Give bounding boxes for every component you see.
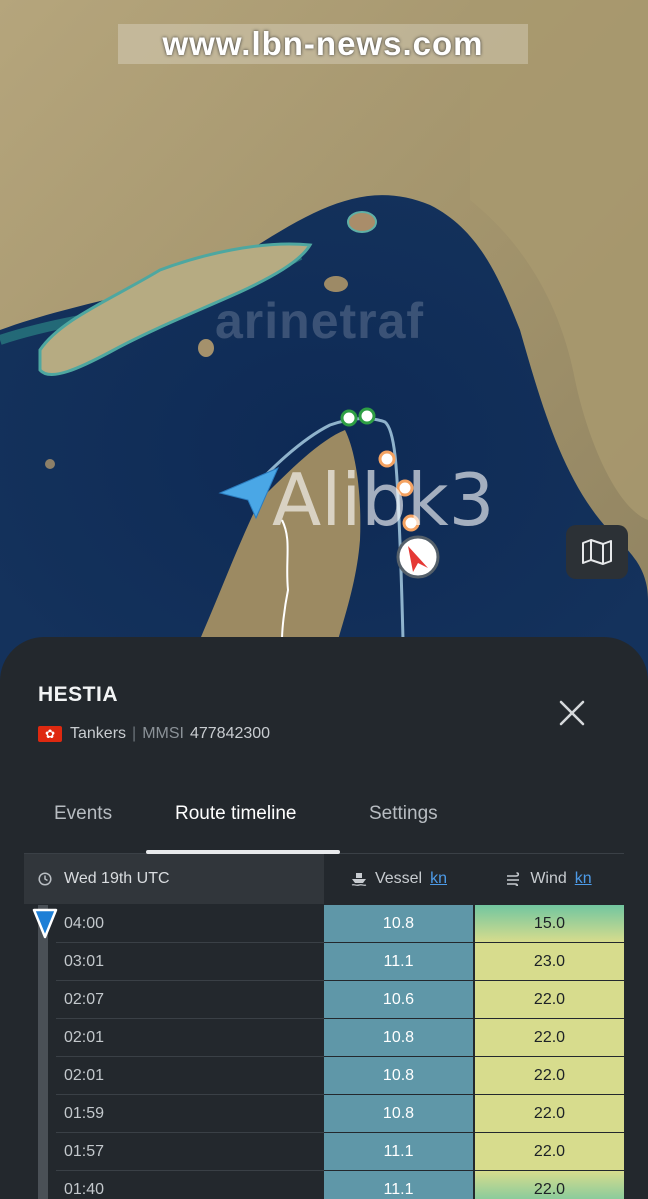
mmsi-value: 477842300 bbox=[189, 725, 271, 742]
vessel-type: Tankers bbox=[70, 725, 127, 742]
vessel-meta: ✿ Tankers | MMSI 477842300 bbox=[38, 725, 270, 743]
user-watermark: Alibk3 bbox=[272, 458, 495, 542]
vessel-marker-icon[interactable] bbox=[396, 535, 440, 579]
satellite-map bbox=[0, 0, 648, 700]
row-vessel-speed: 10.8 bbox=[324, 1095, 473, 1132]
timeline-rows: 04:00 10.8 15.0 03:01 11.1 23.0 02:07 10.6 22.0 0… bbox=[56, 905, 624, 1199]
ship-icon bbox=[351, 873, 367, 886]
close-button[interactable] bbox=[554, 695, 590, 731]
hong-kong-flag-icon: ✿ bbox=[38, 726, 62, 742]
vessel-header-label: Vessel bbox=[374, 870, 423, 887]
timeline-row[interactable]: 03:01 11.1 23.0 bbox=[56, 943, 624, 981]
row-wind-speed: 22.0 bbox=[475, 1057, 624, 1094]
vessel-unit-link[interactable]: kn bbox=[430, 870, 447, 888]
row-time: 02:01 bbox=[64, 1029, 105, 1046]
timeline-row[interactable]: 02:01 10.8 22.0 bbox=[56, 1057, 624, 1095]
timeline-row[interactable]: 01:57 11.1 22.0 bbox=[56, 1133, 624, 1171]
row-vessel-speed: 11.1 bbox=[324, 943, 473, 980]
timeline-row[interactable]: 01:59 10.8 22.0 bbox=[56, 1095, 624, 1133]
site-watermark: www.lbn-news.com bbox=[118, 24, 528, 64]
timeline-row[interactable]: 04:00 10.8 15.0 bbox=[56, 905, 624, 943]
row-time: 02:07 bbox=[64, 991, 105, 1008]
row-vessel-speed: 10.8 bbox=[324, 1057, 473, 1094]
row-wind-speed: 22.0 bbox=[475, 1171, 624, 1199]
timeline-scrubber-track[interactable] bbox=[38, 905, 48, 1199]
timeline-table-header: Wed 19th UTC Vessel kn Wind kn bbox=[24, 854, 624, 904]
row-time: 03:01 bbox=[64, 953, 105, 970]
row-vessel-speed: 10.8 bbox=[324, 1019, 473, 1056]
timeline-row[interactable]: 02:07 10.6 22.0 bbox=[56, 981, 624, 1019]
brand-watermark: arinetraf bbox=[215, 293, 425, 349]
vessel-name: HESTIA bbox=[38, 683, 119, 706]
clock-icon bbox=[38, 872, 52, 886]
row-time: 01:57 bbox=[64, 1143, 105, 1160]
row-vessel-speed: 11.1 bbox=[324, 1171, 473, 1199]
meta-separator: | bbox=[132, 725, 137, 742]
row-wind-speed: 22.0 bbox=[475, 981, 624, 1018]
row-time: 01:59 bbox=[64, 1105, 105, 1122]
date-header: Wed 19th UTC bbox=[24, 854, 324, 904]
wind-header-label: Wind bbox=[530, 870, 567, 887]
row-time: 04:00 bbox=[64, 915, 105, 932]
tab-settings[interactable]: Settings bbox=[369, 803, 438, 825]
tab-bar: Events Route timeline Settings bbox=[0, 795, 648, 855]
close-icon bbox=[559, 700, 585, 726]
wind-speed-header: Wind kn bbox=[474, 854, 624, 904]
mmsi-label: MMSI bbox=[142, 725, 184, 742]
wind-unit-link[interactable]: kn bbox=[575, 870, 592, 888]
date-header-label: Wed 19th UTC bbox=[64, 870, 170, 887]
row-wind-speed: 22.0 bbox=[475, 1095, 624, 1132]
timeline-row[interactable]: 01:40 11.1 22.0 bbox=[56, 1171, 624, 1199]
map-view[interactable]: www.lbn-news.com arinetraf Alibk3 bbox=[0, 0, 648, 700]
row-time: 01:40 bbox=[64, 1181, 105, 1198]
map-layers-button[interactable] bbox=[566, 525, 628, 579]
row-vessel-speed: 10.6 bbox=[324, 981, 473, 1018]
row-time: 02:01 bbox=[64, 1067, 105, 1084]
wind-icon bbox=[507, 872, 520, 886]
vessel-speed-header: Vessel kn bbox=[324, 854, 474, 904]
tab-route-timeline[interactable]: Route timeline bbox=[175, 803, 296, 825]
row-wind-speed: 22.0 bbox=[475, 1019, 624, 1056]
timeline-handle-icon[interactable] bbox=[32, 907, 58, 941]
timeline-row[interactable]: 02:01 10.8 22.0 bbox=[56, 1019, 624, 1057]
row-vessel-speed: 10.8 bbox=[324, 905, 473, 942]
vessel-panel: HESTIA ✿ Tankers | MMSI 477842300 Events… bbox=[0, 637, 648, 1199]
tab-events[interactable]: Events bbox=[54, 803, 112, 825]
row-wind-speed: 23.0 bbox=[475, 943, 624, 980]
row-wind-speed: 15.0 bbox=[475, 905, 624, 942]
row-vessel-speed: 11.1 bbox=[324, 1133, 473, 1170]
map-icon bbox=[582, 539, 612, 565]
row-wind-speed: 22.0 bbox=[475, 1133, 624, 1170]
